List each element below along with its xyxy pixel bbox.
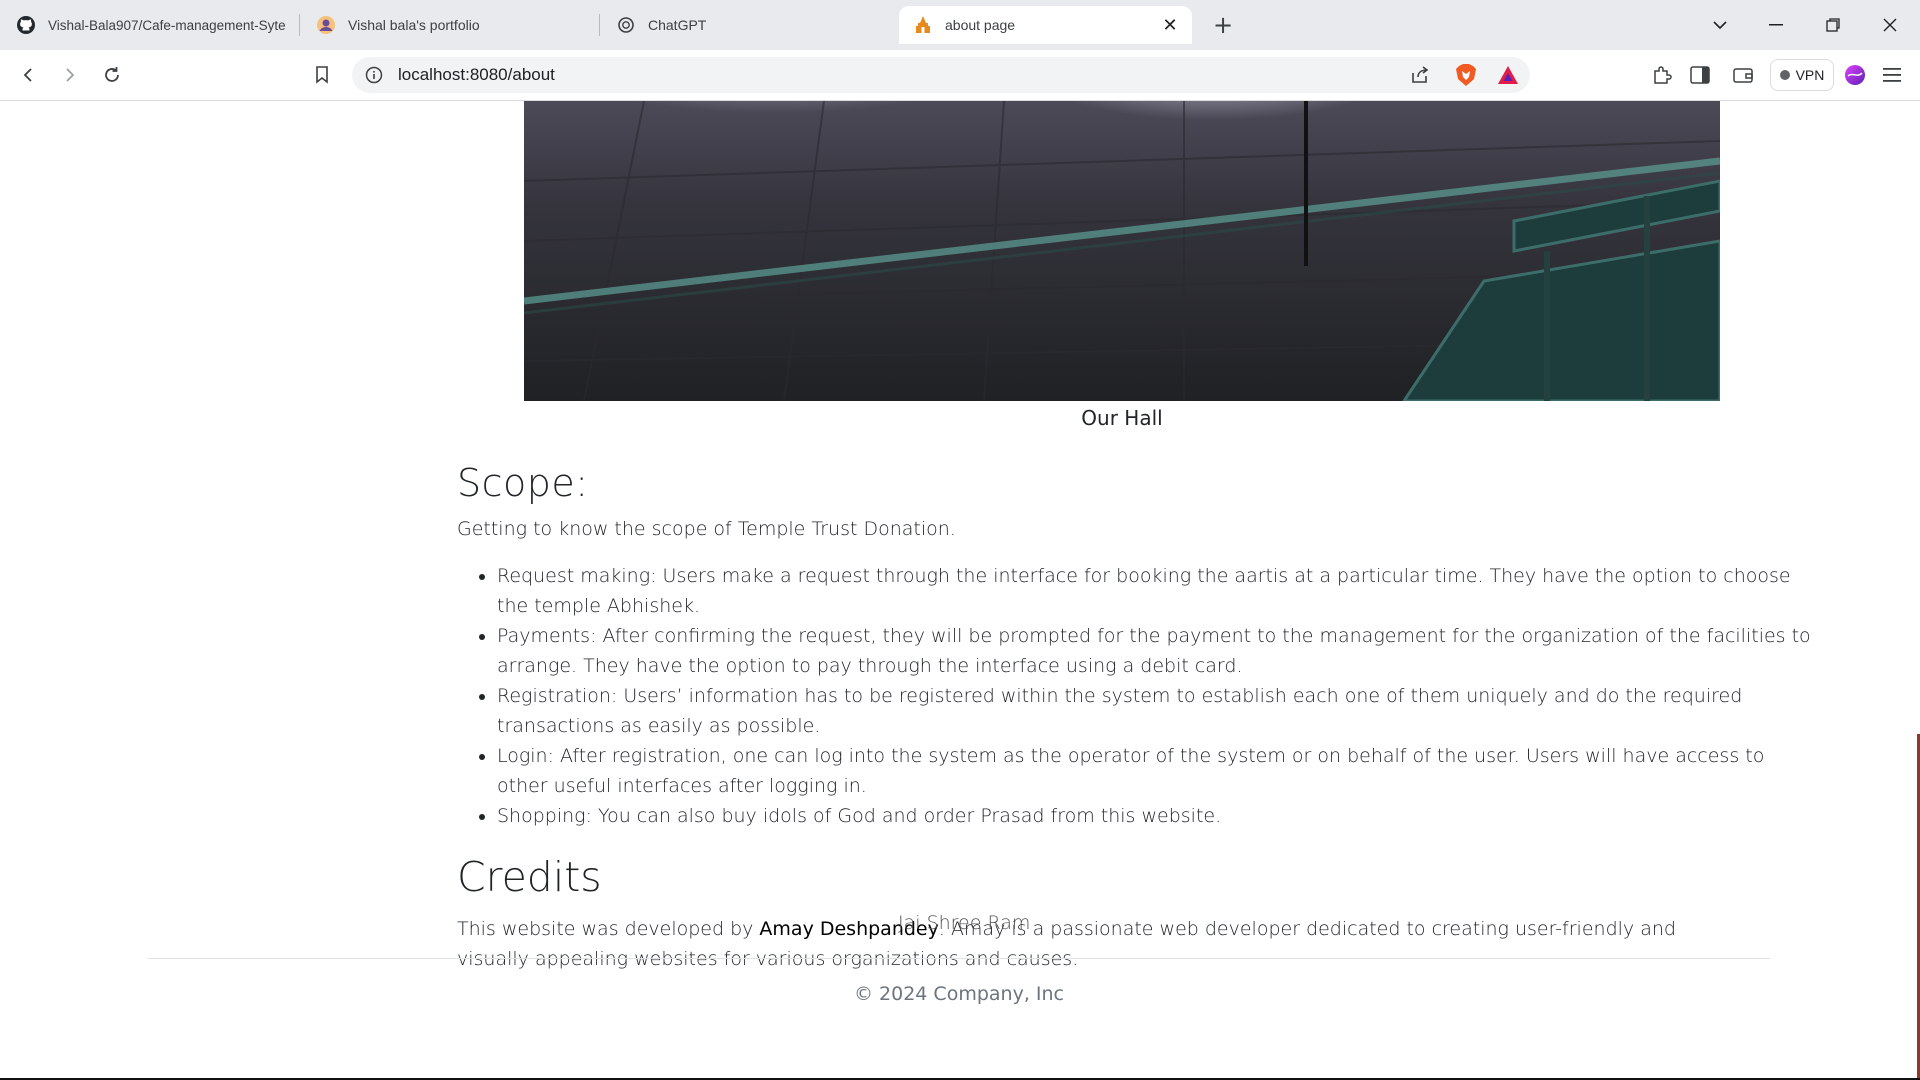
credits-text: This website was developed by Amay Deshp…: [457, 914, 1747, 974]
menu-icon[interactable]: [1878, 61, 1906, 89]
list-item: Registration: Users’ information has to …: [497, 681, 1817, 741]
page-content: Our Hall Scope: Getting to know the scop…: [0, 101, 1920, 1078]
tab-separator: [299, 14, 300, 36]
forward-icon[interactable]: [56, 61, 84, 89]
github-icon: [16, 15, 36, 35]
tab-search-chevron-icon[interactable]: [1700, 10, 1740, 40]
tab-chatgpt[interactable]: ChatGPT: [602, 6, 894, 44]
browser-toolbar: localhost:8080/about VPN: [0, 50, 1920, 101]
jai-shree-ram-text: Jai Shree Ram: [898, 912, 1031, 934]
scope-list: Request making: Users make a request thr…: [457, 561, 1817, 831]
tab-about-page[interactable]: about page ✕: [899, 6, 1192, 44]
avatar-icon: [316, 15, 336, 35]
close-tab-icon[interactable]: ✕: [1160, 15, 1180, 35]
credits-text-before: This website was developed by: [457, 918, 760, 940]
reload-icon[interactable]: [98, 61, 126, 89]
list-item: Login: After registration, one can log i…: [497, 741, 1817, 801]
list-item: Shopping: You can also buy idols of God …: [497, 801, 1817, 831]
scope-heading: Scope:: [457, 461, 589, 505]
new-tab-button[interactable]: +: [1210, 12, 1236, 38]
wallet-icon[interactable]: [1729, 61, 1757, 89]
tab-title: about page: [945, 17, 1016, 33]
chatgpt-icon: [616, 15, 636, 35]
list-item: Request making: Users make a request thr…: [497, 561, 1817, 621]
tab-separator: [599, 14, 600, 36]
address-bar[interactable]: localhost:8080/about: [352, 57, 1530, 93]
tab-title: ChatGPT: [648, 17, 707, 33]
share-icon[interactable]: [1406, 61, 1434, 89]
list-item: Payments: After confirming the request, …: [497, 621, 1817, 681]
restore-icon[interactable]: [1813, 10, 1853, 40]
brave-rewards-icon[interactable]: [1494, 61, 1522, 89]
brave-shields-icon[interactable]: [1452, 61, 1480, 89]
tab-title: Vishal-Bala907/Cafe-management-Syte: [48, 17, 286, 33]
back-icon[interactable]: [14, 61, 42, 89]
image-caption: Our Hall: [1081, 406, 1163, 430]
tab-github[interactable]: Vishal-Bala907/Cafe-management-Syte: [2, 6, 294, 44]
tab-title: Vishal bala's portfolio: [348, 17, 480, 33]
scope-intro: Getting to know the scope of Temple Trus…: [457, 518, 956, 540]
vpn-label: VPN: [1795, 67, 1825, 83]
footer-copyright: © 2024 Company, Inc: [854, 983, 1064, 1005]
bookmark-icon[interactable]: [308, 61, 336, 89]
vpn-status-icon: [1779, 70, 1790, 80]
vpn-button[interactable]: VPN: [1770, 59, 1834, 91]
footer-divider: [148, 958, 1770, 959]
url-text[interactable]: localhost:8080/about: [398, 65, 555, 85]
hall-image: [524, 101, 1720, 401]
credits-heading: Credits: [457, 853, 602, 901]
sidebar-icon[interactable]: [1686, 61, 1714, 89]
site-info-icon[interactable]: [364, 65, 384, 85]
leo-ai-icon[interactable]: [1841, 61, 1869, 89]
close-window-icon[interactable]: [1870, 10, 1910, 40]
extensions-icon[interactable]: [1648, 61, 1676, 89]
tab-portfolio[interactable]: Vishal bala's portfolio: [302, 6, 594, 44]
minimize-icon[interactable]: [1756, 10, 1796, 40]
tab-strip: Vishal-Bala907/Cafe-management-Syte Vish…: [0, 0, 1920, 50]
temple-icon: [913, 15, 933, 35]
